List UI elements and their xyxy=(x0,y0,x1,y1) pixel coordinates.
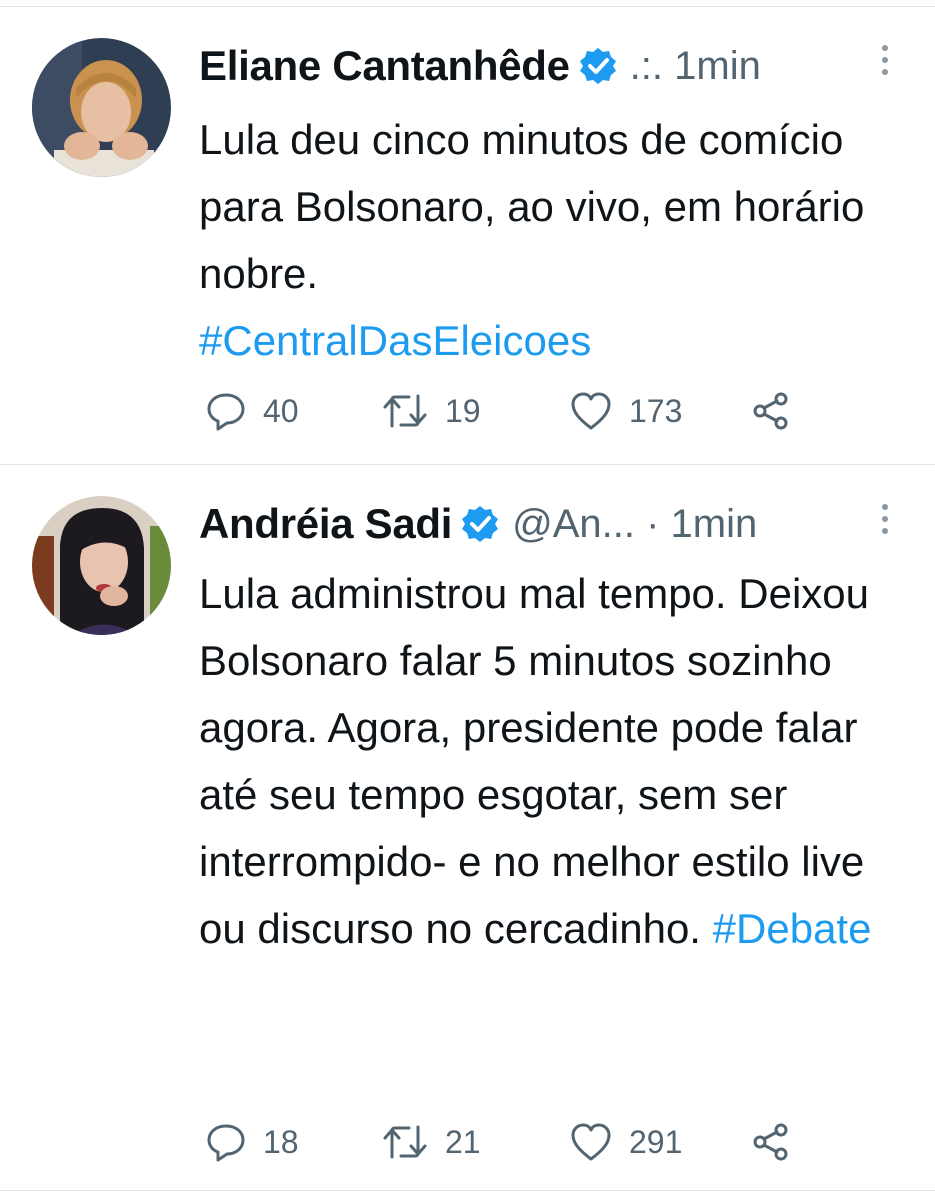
share-button[interactable] xyxy=(749,1117,793,1167)
retweet-count: 21 xyxy=(445,1123,481,1160)
tweet-actions: 40 19 173 xyxy=(199,386,935,436)
author-name[interactable]: Eliane Cantanhêde xyxy=(199,42,570,90)
reply-count: 18 xyxy=(263,1123,299,1160)
tweet-body: Lula deu cinco minutos de comício para B… xyxy=(199,116,865,297)
like-button[interactable]: 173 xyxy=(569,386,682,436)
bottom-divider xyxy=(0,1190,935,1191)
more-options-icon[interactable] xyxy=(879,45,891,75)
more-options-icon[interactable] xyxy=(879,504,891,534)
avatar[interactable] xyxy=(32,38,171,177)
tweet-meta[interactable]: .:. 1min xyxy=(630,44,761,89)
like-icon xyxy=(571,1123,611,1161)
verified-badge-icon xyxy=(579,48,616,84)
like-icon xyxy=(571,392,611,430)
tweet-text: Lula administrou mal tempo. Deixou Bolso… xyxy=(199,560,915,962)
reply-button[interactable]: 18 xyxy=(205,1117,299,1167)
share-button[interactable] xyxy=(749,386,793,436)
tweet-divider xyxy=(0,464,935,465)
reply-icon xyxy=(207,393,245,431)
share-icon xyxy=(753,392,788,430)
retweet-button[interactable]: 21 xyxy=(381,1117,481,1167)
share-icon xyxy=(753,1123,788,1161)
retweet-icon xyxy=(383,394,427,428)
tweet-meta[interactable]: @An... · 1min xyxy=(512,502,757,547)
retweet-icon xyxy=(383,1125,427,1159)
hashtag-link[interactable]: #Debate xyxy=(713,905,872,952)
tweet-actions: 18 21 291 xyxy=(199,1117,935,1167)
author-name[interactable]: Andréia Sadi xyxy=(199,500,452,548)
tweet-body: Lula administrou mal tempo. Deixou Bolso… xyxy=(199,570,869,952)
verified-badge-icon xyxy=(462,506,499,542)
reply-count: 40 xyxy=(263,392,299,429)
reply-icon xyxy=(207,1124,245,1162)
tweet-header: Andréia Sadi @An... · 1min xyxy=(199,496,890,552)
hashtag-link[interactable]: #CentralDasEleicoes xyxy=(199,317,591,364)
like-count: 173 xyxy=(629,392,683,429)
reply-button[interactable]: 40 xyxy=(205,386,299,436)
retweet-button[interactable]: 19 xyxy=(381,386,481,436)
tweet-header: Eliane Cantanhêde .:. 1min xyxy=(199,38,890,94)
retweet-count: 19 xyxy=(445,392,481,429)
top-divider xyxy=(0,6,935,7)
like-count: 291 xyxy=(629,1123,683,1160)
like-button[interactable]: 291 xyxy=(569,1117,682,1167)
avatar[interactable] xyxy=(32,496,171,635)
tweet-text: Lula deu cinco minutos de comício para B… xyxy=(199,106,915,374)
